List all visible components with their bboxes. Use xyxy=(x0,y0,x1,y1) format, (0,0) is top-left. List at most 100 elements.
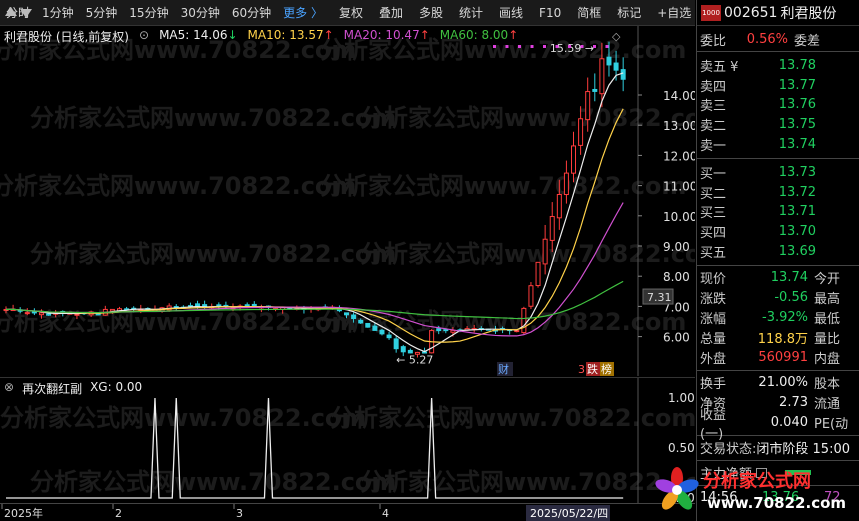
kline-chart[interactable]: 分析家公式网www.70822.com分析家公式网www.70822.com分析… xyxy=(0,26,726,376)
candle-body xyxy=(542,238,548,265)
finance-marker-label: 财 xyxy=(498,362,509,376)
diamond-icon[interactable]: ◇ xyxy=(612,30,621,43)
more-periods-button[interactable]: 更多 〉 xyxy=(277,4,329,21)
candle-body xyxy=(620,69,626,80)
price-tick-label: 8.00 xyxy=(663,270,690,284)
candle-body xyxy=(571,145,577,174)
date-tick-label: 3 xyxy=(236,507,243,520)
bid-row: 买一 13.73 xyxy=(700,165,816,183)
signal-dot xyxy=(505,45,509,48)
watermark-text: 分析家公式网www.70822.com xyxy=(30,468,396,496)
ma5-arrow-icon: ↓ xyxy=(227,28,238,42)
candle-body xyxy=(386,334,392,339)
signal-dot xyxy=(493,45,496,48)
overlay-button[interactable]: 叠加 xyxy=(373,4,409,21)
candle-body xyxy=(549,216,555,241)
period-tab-15min[interactable]: 15分钟 xyxy=(123,4,174,21)
svg-text:www.70822.com: www.70822.com xyxy=(707,494,846,512)
watermark-text: 分析家公式网www.70822.com xyxy=(30,240,396,268)
ask-row: 卖二 13.75 xyxy=(700,117,816,135)
candle-body xyxy=(379,329,385,335)
add-favorite-button[interactable]: +自选 xyxy=(651,4,697,21)
date-cursor-label: 2025/05/22/四 xyxy=(530,507,608,520)
kline-chart-panel[interactable]: 分析家公式网www.70822.com 分析家公式网www.70822.com 分析… xyxy=(0,26,726,376)
candle-body xyxy=(344,312,350,316)
ratio-row: 委比 0.56% 委差 xyxy=(697,29,859,49)
indicator-tick-label: 0.50 xyxy=(668,441,695,455)
indicator-panel[interactable]: 分析家公式网www.70822.com 分析家公式网www.70822.com 分析… xyxy=(0,377,726,505)
stock-code: 002651 xyxy=(724,4,778,21)
price-tick-label: 13.00 xyxy=(663,119,695,133)
candle-body xyxy=(599,58,605,95)
price-tick-label: 12.00 xyxy=(663,149,695,163)
stats-block: 现价 13.74 今开 涨跌 -0.56 最高 涨幅 -3.92% 最低 总量 118.8万量… xyxy=(697,268,859,368)
period-tab-5min[interactable]: 5分钟 xyxy=(80,4,124,21)
multi-stock-button[interactable]: 多股 xyxy=(413,4,449,21)
bid-row: 买四 13.70 xyxy=(700,224,816,242)
candle-body xyxy=(407,349,413,354)
candle-body xyxy=(358,319,364,324)
signal-dot xyxy=(555,45,559,48)
indicator-value: XG: 0.00 xyxy=(90,380,143,394)
ma-settings-icon[interactable]: ⊙ xyxy=(139,28,149,45)
chart-legend: 利君股份 (日线,前复权) ⊙ MA5: 14.06↓ MA10: 13.57↑… xyxy=(4,28,518,45)
watermark-text: 分析家公式网www.70822.com xyxy=(0,404,366,432)
ma20-label: MA20: 10.47↑ xyxy=(343,28,430,42)
bid-row: 买三 13.71 xyxy=(700,204,816,222)
diff-label: 委差 xyxy=(794,33,821,49)
indicator-close-icon[interactable]: ⊗ xyxy=(4,380,14,397)
period-tab-1min[interactable]: 1分钟 xyxy=(36,4,80,21)
date-tick-label: 4 xyxy=(382,507,389,520)
price-tick-label: 10.00 xyxy=(663,210,695,224)
stat-row: 收益(一) 0.040 PE(动 xyxy=(700,407,849,442)
candle-body xyxy=(244,304,250,307)
ma5-label: MA5: 14.06↓ xyxy=(159,28,238,42)
stat-row: 外盘 560991 内盘 xyxy=(700,350,841,368)
candle-body xyxy=(521,307,527,334)
candle-body xyxy=(528,285,534,307)
low-price-annotation: ← 5.27 xyxy=(396,354,433,367)
candle-body xyxy=(372,325,378,331)
candle-body xyxy=(613,62,619,71)
ask-row: 卖五 ¥13.78 xyxy=(700,58,816,76)
watermark-text: 分析家公式网www.70822.com xyxy=(360,240,695,268)
watermark-text: 分析家公式网www.70822.com xyxy=(360,104,695,132)
scroll-down-icon[interactable] xyxy=(20,9,32,18)
price-tick-label: 9.00 xyxy=(663,240,690,254)
signal-dot xyxy=(580,45,584,48)
bid-row: 买五 13.69 xyxy=(700,243,816,261)
restore-rights-button[interactable]: 复权 xyxy=(333,4,369,21)
site-logo: 分析家公式网 www.70822.com xyxy=(655,462,855,518)
candle-body xyxy=(38,312,44,316)
scroll-up-icon[interactable] xyxy=(5,7,17,16)
period-tab-60min[interactable]: 60分钟 xyxy=(226,4,277,21)
ratio-label: 委比 xyxy=(700,33,727,49)
indicator-legend: ⊗ 再次翻红副 XG: 0.00 xyxy=(4,380,142,397)
watermark-text: 分析家公式网www.70822.com xyxy=(320,172,686,200)
stat-row: 涨幅 -3.92% 最低 xyxy=(700,310,841,328)
ma60-arrow-icon: ↑ xyxy=(508,28,519,42)
drop-marker-label: 跌 xyxy=(587,362,598,376)
ask-row: 卖三 13.76 xyxy=(700,97,816,115)
candle-body xyxy=(606,56,612,66)
watermark-text: 分析家公式网www.70822.com xyxy=(330,404,695,432)
mark-button[interactable]: 标记 xyxy=(611,4,647,21)
candle-body xyxy=(109,308,115,312)
candle-body xyxy=(578,118,584,146)
indicator-tick-label: 1.00 xyxy=(668,391,695,405)
candle-body xyxy=(365,322,371,328)
ask-row: 卖一 13.74 xyxy=(700,136,816,154)
simple-frame-button[interactable]: 简框 xyxy=(571,4,607,21)
flag-icon: 1000 xyxy=(701,4,721,21)
stat-row: 涨跌 -0.56 最高 xyxy=(700,290,841,308)
ma20-arrow-icon: ↑ xyxy=(419,28,430,42)
statistics-button[interactable]: 统计 xyxy=(453,4,489,21)
f10-button[interactable]: F10 xyxy=(533,6,567,20)
period-tab-30min[interactable]: 30分钟 xyxy=(175,4,226,21)
trade-status: 闭市阶段 15:00 xyxy=(756,442,850,458)
current-price-label: 7.31 xyxy=(647,291,672,304)
signal-dot xyxy=(605,45,609,48)
watermark-text: 分析家公式网www.70822.com xyxy=(0,172,356,200)
candle-body xyxy=(74,313,80,316)
draw-line-button[interactable]: 画线 xyxy=(493,4,529,21)
